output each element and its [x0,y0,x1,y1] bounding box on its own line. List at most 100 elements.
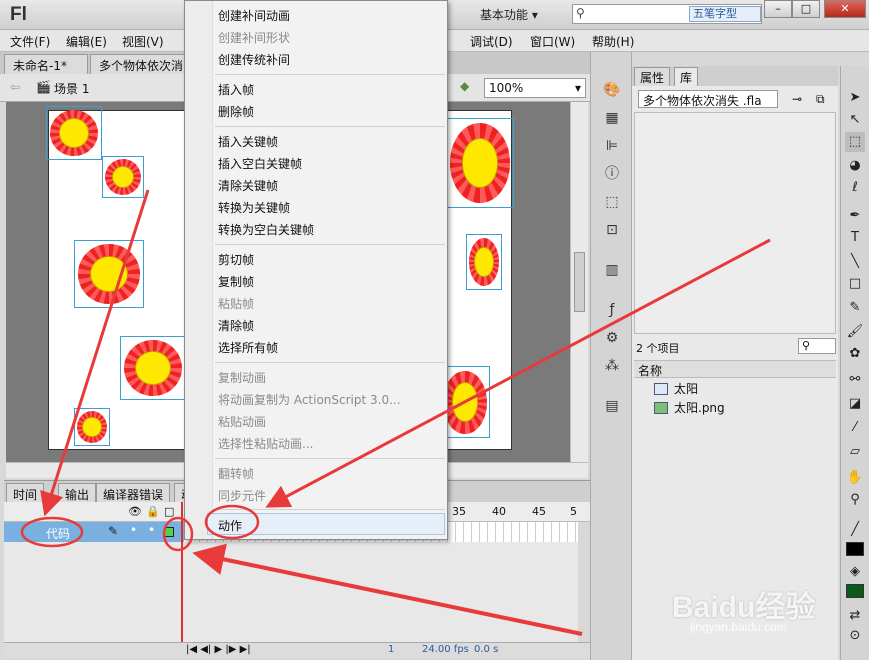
subselection-tool-icon[interactable]: ↖ [845,110,865,130]
menu-item-convert-to-blank-keyframe[interactable]: 转换为空白关键帧 [218,221,314,238]
snap-icon[interactable]: ⊙ [845,626,865,646]
bone-tool-icon[interactable]: ⚯ [845,370,865,390]
menu-item-reverse-frames[interactable]: 翻转帧 [218,465,254,482]
tab-output[interactable]: 输出 [58,483,97,503]
lock-dot[interactable]: • [148,523,155,537]
swap-colors-icon[interactable]: ⇄ [845,606,865,626]
menu-item-select-all-frames[interactable]: 选择所有帧 [218,339,278,356]
lasso-tool-icon[interactable]: ℓ [845,178,865,198]
fill-color-icon[interactable]: ◈ [845,562,865,582]
menu-item-paste-motion[interactable]: 粘贴动画 [218,413,266,430]
swatches-panel-icon[interactable]: ▦ [602,108,622,128]
eye-icon[interactable]: 👁 [128,505,142,518]
menu-view[interactable]: 视图(V) [122,33,164,50]
help-search-input[interactable]: ⚲ 五笔字型 [572,4,762,24]
sun-instance[interactable] [74,240,144,308]
maximize-button[interactable]: □ [792,0,820,18]
menu-item-insert-frame[interactable]: 插入帧 [218,81,254,98]
menu-item-clear-frames[interactable]: 清除帧 [218,317,254,334]
menu-item-cut-frames[interactable]: 剪切帧 [218,251,254,268]
tab-library[interactable]: 库 [674,67,699,86]
edit-symbols-icon[interactable]: ◆ [460,79,469,93]
playhead[interactable] [181,502,183,642]
sun-instance[interactable] [120,336,186,400]
library-panel-icon[interactable]: ▥ [602,260,622,280]
transform-panel-icon[interactable]: ⬚ [602,192,622,212]
stroke-swatch[interactable] [846,542,864,556]
doc-tab-untitled[interactable]: 未命名-1* [4,54,88,74]
code-snippets-icon[interactable]: ⚙ [602,328,622,348]
library-search-input[interactable]: ⚲ [798,338,836,354]
eraser-tool-icon[interactable]: ▱ [845,442,865,462]
menu-item-insert-blank-keyframe[interactable]: 插入空白关键帧 [218,155,302,172]
free-transform-tool-icon[interactable]: ⬚ [845,132,865,152]
menu-item-create-classic-tween[interactable]: 创建传统补间 [218,51,290,68]
scene-label[interactable]: 场景 1 [54,80,89,97]
menu-item-copy-frames[interactable]: 复制帧 [218,273,254,290]
library-document-select[interactable]: 多个物体依次消失 .fla [638,90,778,108]
tab-compiler-errors[interactable]: 编译器错误 [96,483,171,503]
zoom-select[interactable]: 100% ▾ [484,78,586,98]
menu-item-paste-motion-special[interactable]: 选择性粘贴动画... [218,435,313,452]
library-item[interactable]: 太阳.png [654,399,725,416]
sun-instance[interactable] [466,234,502,290]
library-column-header[interactable]: 名称 [634,360,836,378]
3d-rotation-tool-icon[interactable]: ◕ [845,156,865,176]
back-arrow-icon[interactable]: ⇦ [10,80,20,94]
menu-edit[interactable]: 编辑(E) [66,33,107,50]
menu-item-copy-motion[interactable]: 复制动画 [218,369,266,386]
sun-instance[interactable] [46,106,102,160]
frame-rate[interactable]: 24.00 fps [422,644,469,655]
brush-tool-icon[interactable]: 🖌 [845,322,865,342]
layer-row[interactable]: 代码 ✎ • • [4,522,184,542]
visibility-dot[interactable]: • [130,523,137,537]
zoom-tool-icon[interactable]: ⚲ [845,490,865,510]
scene-panel-icon[interactable]: ▤ [602,396,622,416]
text-tool-icon[interactable]: T [845,228,865,248]
line-tool-icon[interactable]: ╲ [845,252,865,272]
keyframe-cell[interactable] [164,527,174,537]
stroke-color-icon[interactable]: ╱ [845,520,865,540]
playback-controls-icon[interactable]: |◀ ◀| ▶ |▶ ▶| [186,644,251,655]
pen-tool-icon[interactable]: ✒ [845,206,865,226]
paint-bucket-tool-icon[interactable]: ◪ [845,394,865,414]
hand-tool-icon[interactable]: ✋ [845,468,865,488]
close-button[interactable]: ✕ [824,0,866,18]
tab-timeline[interactable]: 时间 [6,483,45,503]
menu-item-delete-frame[interactable]: 删除帧 [218,103,254,120]
menu-item-clear-keyframe[interactable]: 清除关键帧 [218,177,278,194]
deco-tool-icon[interactable]: ✿ [845,344,865,364]
menu-item-paste-frames[interactable]: 粘贴帧 [218,295,254,312]
minimize-button[interactable]: – [764,0,792,18]
menu-item-convert-to-keyframe[interactable]: 转换为关键帧 [218,199,290,216]
stage-vertical-scrollbar[interactable] [570,102,588,462]
library-item[interactable]: 太阳 [654,380,698,397]
selection-tool-icon[interactable]: ➤ [845,88,865,108]
workspace-switcher[interactable]: 基本功能 ▾ [480,6,538,23]
eyedropper-tool-icon[interactable]: ⁄ [845,418,865,438]
align-panel-icon[interactable]: ⊫ [602,136,622,156]
menu-item-copy-motion-as-as3[interactable]: 将动画复制为 ActionScript 3.0... [218,391,401,408]
menu-window[interactable]: 窗口(W) [530,33,575,50]
new-library-icon[interactable]: ⧉ [816,92,825,107]
menu-item-sync-symbols[interactable]: 同步元件 [218,487,266,504]
current-frame[interactable]: 1 [388,644,394,655]
menu-file[interactable]: 文件(F) [10,33,50,50]
lock-icon[interactable]: 🔒 [146,505,160,518]
fill-swatch[interactable] [846,584,864,598]
scroll-thumb[interactable] [574,252,585,312]
actions-panel-icon[interactable]: ƒ [602,300,622,320]
sun-instance[interactable] [446,118,514,208]
menu-item-create-motion-tween[interactable]: 创建补间动画 [218,7,290,24]
menu-item-insert-keyframe[interactable]: 插入关键帧 [218,133,278,150]
rectangle-tool-icon[interactable]: □ [845,274,865,294]
components-panel-icon[interactable]: ⊡ [602,220,622,240]
doc-tab-fla[interactable]: 多个物体依次消 [90,54,186,74]
menu-item-create-shape-tween[interactable]: 创建补间形状 [218,29,290,46]
outline-icon[interactable]: □ [164,505,174,518]
pencil-tool-icon[interactable]: ✎ [845,298,865,318]
tab-properties[interactable]: 属性 [634,67,671,86]
menu-help[interactable]: 帮助(H) [592,33,634,50]
sun-instance[interactable] [102,156,144,198]
sun-instance[interactable] [74,408,110,446]
